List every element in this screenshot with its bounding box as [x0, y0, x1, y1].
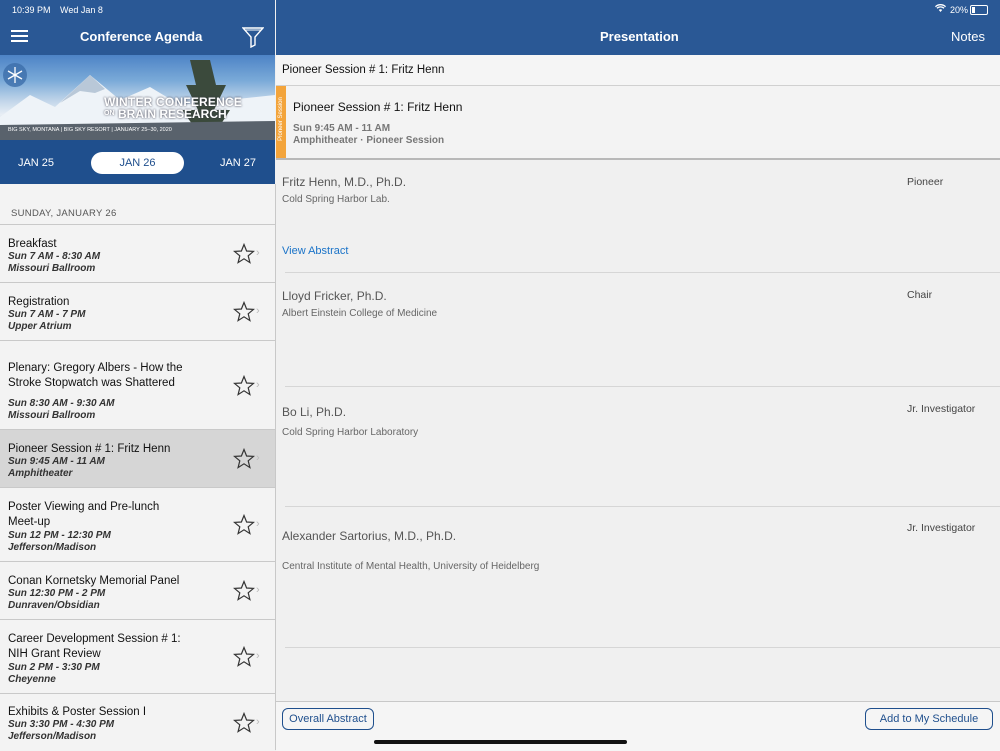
agenda-item-title: Career Development Session # 1: NIH Gran… — [8, 633, 181, 660]
agenda-item-exhibits[interactable]: Exhibits & Poster Session I Sun 3:30 PM … — [0, 693, 275, 751]
speaker-role: Jr. Investigator — [907, 403, 976, 415]
speaker-affiliation: Central Institute of Mental Health, Univ… — [282, 561, 540, 572]
overall-abstract-button[interactable]: Overall Abstract — [282, 708, 374, 730]
day-header: SUNDAY, JANUARY 26 — [11, 208, 117, 219]
divider — [285, 506, 1000, 507]
right-panel-title: Presentation — [600, 29, 679, 44]
speaker-role: Pioneer — [907, 176, 944, 188]
detail-heading-bar: Pioneer Session # 1: Fritz Henn — [276, 55, 1000, 86]
chevron-right-icon: › — [256, 305, 260, 317]
agenda-item-time: Sun 12:30 PM - 2 PM — [8, 588, 106, 599]
add-to-schedule-button[interactable]: Add to My Schedule — [865, 708, 993, 730]
battery-icon — [970, 5, 988, 15]
filter-icon[interactable] — [241, 26, 265, 49]
star-icon[interactable] — [232, 447, 256, 470]
speaker-affiliation: Cold Spring Harbor Laboratory — [282, 427, 419, 438]
agenda-item-time: Sun 9:45 AM - 11 AM — [8, 456, 105, 467]
agenda-item-plenary[interactable]: Plenary: Gregory Albers - How the Stroke… — [0, 340, 275, 430]
agenda-item-location: Amphitheater — [8, 468, 73, 479]
menu-icon[interactable] — [11, 29, 29, 43]
divider — [285, 647, 1000, 648]
agenda-item-location: Missouri Ballroom — [8, 263, 96, 274]
date-tab-jan26[interactable]: JAN 26 — [91, 152, 184, 174]
agenda-item-poster-viewing[interactable]: Poster Viewing and Pre-lunch Meet-up Sun… — [0, 487, 275, 562]
star-icon[interactable] — [232, 374, 256, 397]
view-abstract-link[interactable]: View Abstract — [282, 245, 348, 257]
banner-line2-prefix: ON — [104, 110, 115, 117]
speaker-name: Fritz Henn, M.D., Ph.D. — [282, 175, 407, 189]
session-location: Amphitheater · Pioneer Session — [293, 135, 445, 146]
speaker-name: Alexander Sartorius, M.D., Ph.D. — [282, 529, 457, 543]
agenda-item-registration[interactable]: Registration Sun 7 AM - 7 PM Upper Atriu… — [0, 282, 275, 341]
session-title: Pioneer Session # 1: Fritz Henn — [293, 100, 463, 114]
agenda-item-time: Sun 7 AM - 8:30 AM — [8, 251, 101, 262]
chevron-right-icon: › — [256, 650, 260, 662]
agenda-item-title: Conan Kornetsky Memorial Panel — [8, 575, 180, 587]
agenda-item-location: Jefferson/Madison — [8, 542, 97, 553]
agenda-item-location: Cheyenne — [8, 674, 56, 685]
speaker-role: Chair — [907, 289, 933, 301]
agenda-item-title: Breakfast — [8, 238, 57, 250]
session-tag-label: Pioneer Session — [278, 97, 284, 141]
home-indicator — [374, 740, 627, 744]
divider — [285, 272, 1000, 273]
conference-banner: WINTER CONFERENCE ON BRAIN RESEARCH BIG … — [0, 55, 275, 140]
star-icon[interactable] — [232, 579, 256, 602]
star-icon[interactable] — [232, 242, 256, 265]
agenda-item-career-development[interactable]: Career Development Session # 1: NIH Gran… — [0, 619, 275, 694]
chevron-right-icon: › — [256, 716, 260, 728]
left-panel-title: Conference Agenda — [80, 29, 203, 44]
detail-heading: Pioneer Session # 1: Fritz Henn — [282, 64, 445, 76]
date-tab-jan25[interactable]: JAN 25 — [10, 152, 62, 174]
agenda-item-time: Sun 3:30 PM - 4:30 PM — [8, 719, 115, 730]
speaker-role: Jr. Investigator — [907, 522, 976, 534]
right-nav-bar — [276, 0, 1000, 55]
agenda-item-title: Exhibits & Poster Session I — [8, 706, 147, 718]
agenda-item-pioneer-session[interactable]: Pioneer Session # 1: Fritz Henn Sun 9:45… — [0, 429, 275, 488]
star-icon[interactable] — [232, 711, 256, 734]
agenda-item-time: Sun 7 AM - 7 PM — [8, 309, 86, 320]
chevron-right-icon: › — [256, 584, 260, 596]
star-icon[interactable] — [232, 513, 256, 536]
speaker-affiliation: Albert Einstein College of Medicine — [282, 308, 438, 319]
speaker-name: Bo Li, Ph.D. — [282, 405, 347, 419]
speaker-affiliation: Cold Spring Harbor Lab. — [282, 194, 390, 205]
agenda-item-location: Dunraven/Obsidian — [8, 600, 100, 611]
status-time: 10:39 PM — [12, 5, 51, 15]
session-info: Pioneer Session # 1: Fritz Henn Sun 9:45… — [276, 86, 1000, 160]
agenda-item-time: Sun 12 PM - 12:30 PM — [8, 530, 111, 541]
agenda-item-location: Upper Atrium — [8, 321, 72, 332]
wifi-icon — [935, 4, 946, 15]
agenda-item-time: Sun 8:30 AM - 9:30 AM — [8, 398, 115, 409]
session-type-tag: Pioneer Session — [276, 86, 286, 158]
snowflake-icon — [3, 63, 27, 87]
notes-button[interactable]: Notes — [951, 29, 985, 44]
battery-percent: 20% — [950, 5, 969, 15]
agenda-item-title: Poster Viewing and Pre-lunch Meet-up — [8, 501, 160, 528]
status-date: Wed Jan 8 — [60, 5, 103, 15]
agenda-item-title: Registration — [8, 296, 70, 308]
agenda-item-title: Pioneer Session # 1: Fritz Henn — [8, 443, 171, 455]
speaker-name: Lloyd Fricker, Ph.D. — [282, 289, 387, 303]
chevron-right-icon: › — [256, 247, 260, 259]
date-tab-jan27[interactable]: JAN 27 — [212, 152, 264, 174]
chevron-right-icon: › — [256, 379, 260, 391]
chevron-right-icon: › — [256, 518, 260, 530]
banner-subline: BIG SKY, MONTANA | BIG SKY RESORT | JANU… — [8, 127, 172, 133]
agenda-item-location: Missouri Ballroom — [8, 410, 96, 421]
star-icon[interactable] — [232, 300, 256, 323]
divider — [285, 386, 1000, 387]
agenda-item-time: Sun 2 PM - 3:30 PM — [8, 662, 100, 673]
banner-line2: BRAIN RESEARCH — [118, 107, 227, 121]
star-icon[interactable] — [232, 645, 256, 668]
agenda-item-kornetsky-panel[interactable]: Conan Kornetsky Memorial Panel Sun 12:30… — [0, 561, 275, 620]
agenda-item-breakfast[interactable]: Breakfast Sun 7 AM - 8:30 AM Missouri Ba… — [0, 224, 275, 283]
session-time: Sun 9:45 AM - 11 AM — [293, 123, 391, 134]
chevron-right-icon: › — [256, 452, 260, 464]
agenda-item-location: Jefferson/Madison — [8, 731, 97, 742]
agenda-item-title: Plenary: Gregory Albers - How the Stroke… — [8, 362, 183, 389]
